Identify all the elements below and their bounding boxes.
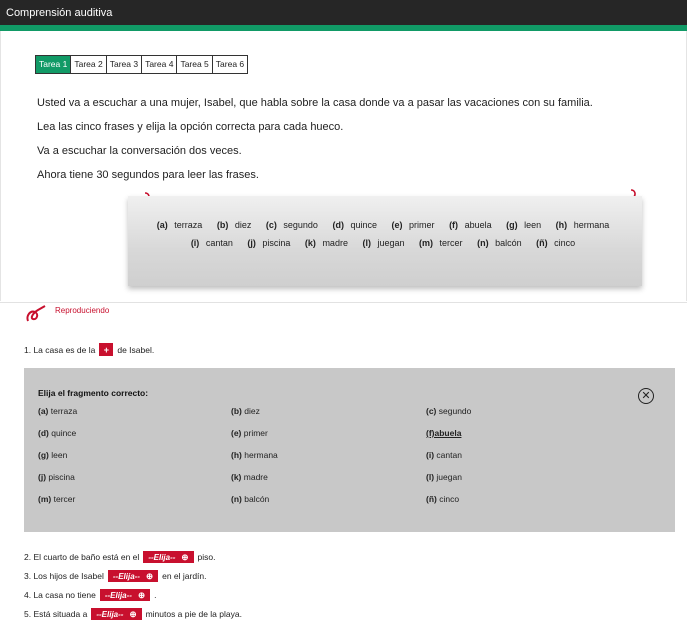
choice-option[interactable]: (k) madre [231, 472, 268, 482]
option-item: (l) juegan [362, 238, 405, 248]
close-icon[interactable]: ✕ [638, 388, 654, 404]
choice-option[interactable]: (n) balcón [231, 494, 269, 504]
option-item: (e) primer [391, 220, 435, 230]
plus-icon: ⊕ [181, 551, 189, 562]
fragment-chooser: Elija el fragmento correcto: ✕ (a) terra… [24, 368, 675, 532]
option-item: (g) leen [506, 220, 542, 230]
option-item: (i) cantan [190, 238, 233, 248]
tab-tarea-5[interactable]: Tarea 5 [177, 56, 213, 73]
choice-option[interactable]: (j) piscina [38, 472, 75, 482]
choice-option[interactable]: (h) hermana [231, 450, 278, 460]
option-item: (b) diez [216, 220, 252, 230]
choice-option[interactable]: (g) leen [38, 450, 67, 460]
choice-option[interactable]: (c) segundo [426, 406, 471, 416]
choice-option[interactable]: (l) juegan [426, 472, 462, 482]
word-options-card: (a) terraza (b) diez (c) segundo (d) qui… [128, 196, 642, 286]
tab-tarea-4[interactable]: Tarea 4 [142, 56, 178, 73]
answer-select[interactable]: --Elija-- ⊕ [91, 608, 142, 620]
audio-playing-icon[interactable] [25, 304, 47, 324]
task-panel: Tarea 1 Tarea 2 Tarea 3 Tarea 4 Tarea 5 … [0, 31, 687, 301]
tab-tarea-2[interactable]: Tarea 2 [71, 56, 107, 73]
question-5: 5. Está situada a --Elija-- ⊕ minutos a p… [24, 608, 242, 620]
choice-option[interactable]: (d) quince [38, 428, 76, 438]
answer-select[interactable]: --Elija-- ⊕ [99, 589, 151, 601]
option-item: (j) piscina [247, 238, 291, 248]
answer-select[interactable]: --Elija-- ⊕ [143, 551, 194, 563]
option-item: (ñ) cinco [536, 238, 576, 248]
instruction-text: Va a escuchar la conversación dos veces. [37, 145, 242, 157]
open-chooser-button[interactable]: + [99, 343, 114, 356]
instruction-text: Lea las cinco frases y elija la opción c… [37, 121, 344, 133]
choice-option[interactable]: (b) diez [231, 406, 260, 416]
choice-option[interactable]: (m) tercer [38, 494, 75, 504]
tab-tarea-1[interactable]: Tarea 1 [36, 56, 72, 73]
option-item: (d) quince [332, 220, 377, 230]
question-3: 3. Los hijos de Isabel --Elija-- ⊕ en el … [24, 570, 207, 582]
choice-option[interactable]: (i) cantan [426, 450, 462, 460]
options-row: (a) terraza (b) diez (c) segundo (d) qui… [128, 220, 642, 230]
app-title-bar: Comprensión auditiva [0, 0, 687, 25]
task-tabs: Tarea 1 Tarea 2 Tarea 3 Tarea 4 Tarea 5 … [35, 55, 249, 74]
question-2: 2. El cuarto de baño está en el --Elija-… [24, 551, 216, 563]
tab-tarea-3[interactable]: Tarea 3 [106, 56, 143, 73]
tab-tarea-6[interactable]: Tarea 6 [212, 56, 248, 73]
instruction-text: Usted va a escuchar a una mujer, Isabel,… [37, 97, 593, 109]
question-1: 1. La casa es de la + de Isabel. [24, 343, 155, 356]
choice-option[interactable]: (a) terraza [38, 406, 77, 416]
choice-option[interactable]: (ñ) cinco [426, 494, 459, 504]
option-item: (n) balcón [477, 238, 522, 248]
instruction-text: Ahora tiene 30 segundos para leer las fr… [37, 169, 259, 181]
plus-icon: ⊕ [129, 608, 137, 619]
plus-icon: ⊕ [145, 570, 154, 581]
section-divider [0, 302, 687, 303]
answer-select[interactable]: --Elija-- ⊕ [107, 570, 159, 582]
option-item: (f) abuela [449, 220, 492, 230]
question-4: 4. La casa no tiene --Elija-- ⊕ . [24, 589, 157, 601]
options-row: (i) cantan (j) piscina (k) madre (l) jue… [128, 238, 642, 248]
option-item: (c) segundo [265, 220, 318, 230]
option-item: (h) hermana [555, 220, 610, 230]
chooser-title: Elija el fragmento correcto: [38, 388, 149, 398]
option-item: (k) madre [304, 238, 348, 248]
plus-icon: ⊕ [137, 589, 146, 600]
option-item: (m) tercer [419, 238, 463, 248]
plus-icon: + [103, 344, 109, 355]
playback-status: Reproduciendo [55, 306, 110, 315]
option-item: (a) terraza [156, 220, 203, 230]
choice-option-selected[interactable]: (f)abuela [426, 428, 461, 438]
app-title: Comprensión auditiva [6, 7, 113, 19]
page: Comprensión auditiva Tarea 1 Tarea 2 Tar… [0, 0, 687, 626]
choice-option[interactable]: (e) primer [231, 428, 268, 438]
